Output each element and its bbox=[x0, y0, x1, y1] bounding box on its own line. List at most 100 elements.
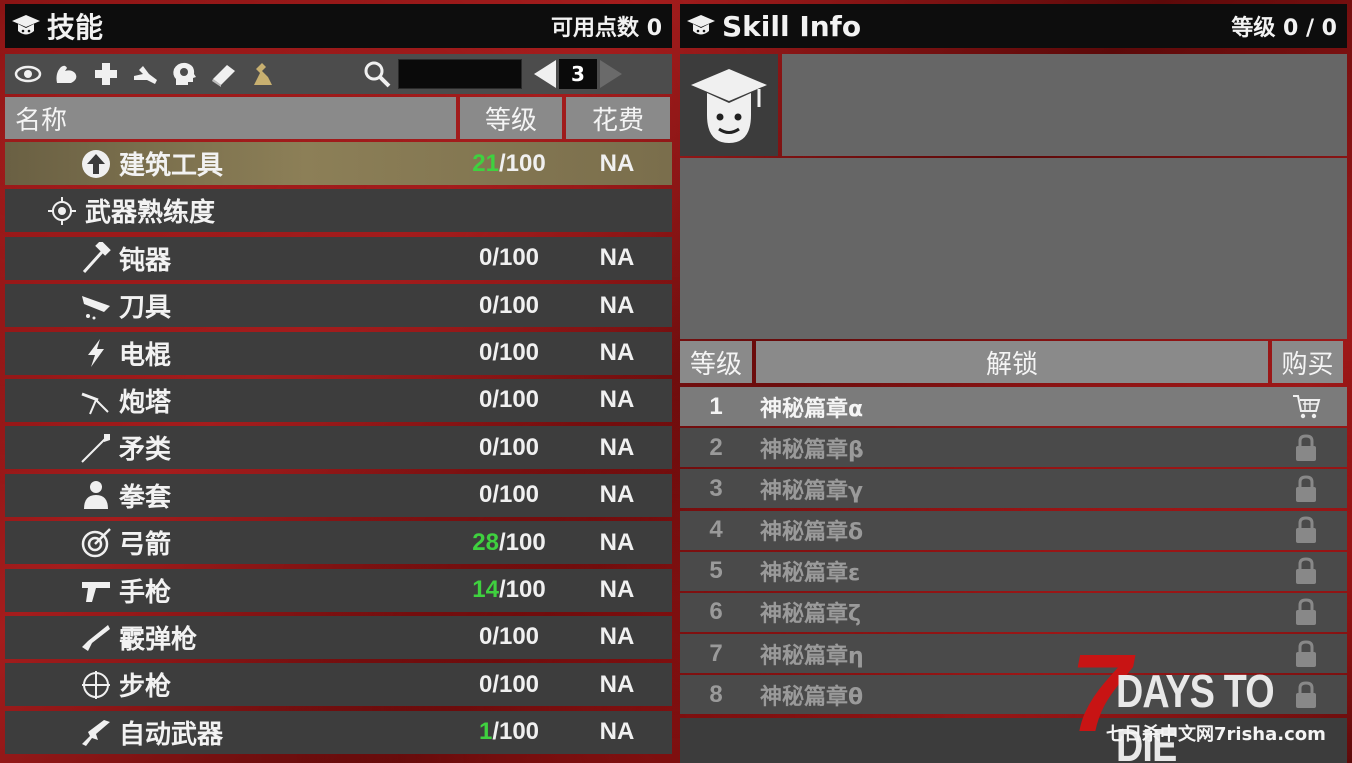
skill-cost: NA bbox=[599, 386, 635, 414]
skill-level-current: 21 bbox=[472, 149, 499, 177]
unlock-name: 神秘篇章η bbox=[760, 643, 864, 669]
skill-level-max: /100 bbox=[492, 481, 540, 509]
target-icon bbox=[79, 526, 113, 560]
lock-icon bbox=[1290, 596, 1322, 628]
skill-group-row[interactable]: 武器熟练度 bbox=[5, 189, 672, 233]
unlock-name: 神秘篇章β bbox=[760, 437, 864, 463]
skill-row[interactable]: 步枪 0/100 NA bbox=[5, 663, 672, 707]
fist-icon bbox=[79, 478, 113, 512]
book-icon[interactable] bbox=[207, 58, 239, 90]
mind-icon[interactable] bbox=[168, 58, 200, 90]
skill-name: 建筑工具 bbox=[119, 151, 224, 181]
skill-level: 14/100 bbox=[458, 576, 560, 604]
skill-level-current: 28 bbox=[472, 528, 499, 556]
skill-row[interactable]: 霰弹枪 0/100 NA bbox=[5, 615, 672, 659]
skill-cost: NA bbox=[599, 244, 635, 272]
skill-name: 步枪 bbox=[119, 672, 172, 703]
unlock-level: 2 bbox=[709, 433, 723, 461]
skill-name: 自动武器 bbox=[119, 719, 224, 750]
skill-info-title: Skill Info bbox=[722, 9, 862, 43]
skill-level-current: 0 bbox=[478, 481, 493, 509]
shotgun-icon bbox=[79, 620, 113, 654]
skill-cost: NA bbox=[599, 528, 635, 556]
weapon-group-icon bbox=[45, 194, 79, 228]
column-cost[interactable]: 花费 bbox=[566, 97, 670, 139]
health-icon[interactable] bbox=[90, 58, 122, 90]
strength-icon[interactable] bbox=[51, 58, 83, 90]
skill-level-max: /100 bbox=[492, 670, 540, 698]
skill-row[interactable]: 炮塔 0/100 NA bbox=[5, 378, 672, 422]
skill-info-titlebar: Skill Info 等级 0 / 0 bbox=[680, 4, 1347, 48]
skill-cost: NA bbox=[599, 481, 635, 509]
skill-row[interactable]: 钝器 0/100 NA bbox=[5, 236, 672, 280]
skill-row[interactable]: 建筑工具 21/100 NA bbox=[5, 142, 672, 185]
unlock-level: 1 bbox=[709, 392, 723, 420]
skill-name: 弓箭 bbox=[119, 530, 172, 561]
turret-icon bbox=[79, 383, 113, 417]
next-page-button[interactable] bbox=[600, 60, 622, 88]
page-number: 3 bbox=[559, 59, 597, 89]
skill-row[interactable]: 电棍 0/100 NA bbox=[5, 331, 672, 375]
skill-name: 手枪 bbox=[119, 577, 172, 608]
skill-level: 0/100 bbox=[458, 292, 560, 320]
cart-icon[interactable] bbox=[1290, 391, 1322, 423]
skill-level: 0/100 bbox=[458, 623, 560, 651]
skill-icon-frame bbox=[680, 54, 778, 156]
column-buy: 购买 bbox=[1272, 341, 1343, 383]
unlock-row[interactable]: 2 神秘篇章β bbox=[680, 428, 1347, 468]
skill-row[interactable]: 手枪 14/100 NA bbox=[5, 568, 672, 612]
graduation-cap-icon bbox=[691, 69, 767, 143]
skill-row[interactable]: 自动武器 1/100 NA bbox=[5, 710, 672, 754]
rifle-icon bbox=[79, 715, 113, 749]
unlock-row[interactable]: 1 神秘篇章α bbox=[680, 387, 1347, 426]
skill-level: 1/100 bbox=[458, 718, 560, 746]
skill-cost: NA bbox=[599, 623, 635, 651]
search-input[interactable] bbox=[398, 59, 522, 89]
unlock-level: 5 bbox=[709, 557, 723, 585]
skill-description bbox=[680, 158, 1347, 339]
eye-icon[interactable] bbox=[12, 58, 44, 90]
skill-cost: NA bbox=[599, 576, 635, 604]
skills-titlebar: 技能 可用点数 0 bbox=[5, 4, 672, 48]
unlock-level: 3 bbox=[709, 474, 723, 502]
skill-info-level: 等级 0 / 0 bbox=[1231, 16, 1337, 41]
available-points: 可用点数 0 bbox=[551, 16, 662, 41]
skills-panel: 技能 可用点数 0 3 名称 等级 花费 建筑工具 21/100 NA 武器熟练… bbox=[5, 0, 672, 763]
unlock-column-header: 等级 解锁 购买 bbox=[680, 341, 1347, 383]
column-level[interactable]: 等级 bbox=[460, 97, 562, 139]
unlock-name: 神秘篇章α bbox=[760, 396, 864, 422]
skill-info-header bbox=[680, 54, 1347, 156]
skill-level-max: /100 bbox=[492, 623, 540, 651]
skill-row[interactable]: 矛类 0/100 NA bbox=[5, 426, 672, 470]
logo-title: DAYS TO DIE bbox=[1116, 665, 1275, 763]
skill-level: 0/100 bbox=[458, 671, 560, 699]
skills-title: 技能 bbox=[47, 11, 104, 44]
skill-level-max: /100 bbox=[492, 244, 540, 272]
search-icon[interactable] bbox=[362, 59, 392, 89]
unlock-name: 神秘篇章δ bbox=[760, 520, 864, 546]
unlock-level: 4 bbox=[709, 516, 723, 544]
skill-row[interactable]: 刀具 0/100 NA bbox=[5, 284, 672, 328]
skill-name: 霰弹枪 bbox=[119, 624, 198, 655]
skill-level-current: 14 bbox=[472, 576, 499, 604]
page-selector: 3 bbox=[534, 59, 622, 89]
skill-row[interactable]: 弓箭 28/100 NA bbox=[5, 521, 672, 565]
unlock-row[interactable]: 6 神秘篇章ζ bbox=[680, 592, 1347, 632]
prev-page-button[interactable] bbox=[534, 60, 556, 88]
unlock-row[interactable]: 3 神秘篇章γ bbox=[680, 469, 1347, 509]
unlock-row[interactable]: 5 神秘篇章ε bbox=[680, 551, 1347, 591]
skill-row[interactable]: 拳套 0/100 NA bbox=[5, 473, 672, 517]
skill-cost: NA bbox=[599, 149, 635, 177]
skill-level-current: 0 bbox=[478, 291, 493, 319]
skill-level-max: /100 bbox=[492, 386, 540, 414]
agility-icon[interactable] bbox=[129, 58, 161, 90]
skill-cost: NA bbox=[599, 291, 635, 319]
unlock-row[interactable]: 4 神秘篇章δ bbox=[680, 510, 1347, 550]
skill-level: 0/100 bbox=[458, 481, 560, 509]
unlock-name: 神秘篇章ε bbox=[760, 561, 861, 587]
skill-name: 电棍 bbox=[119, 340, 172, 371]
lightning-icon bbox=[79, 336, 113, 370]
skill-icon[interactable] bbox=[246, 58, 278, 90]
column-name[interactable]: 名称 bbox=[5, 97, 456, 139]
graduation-cap-icon bbox=[687, 15, 715, 35]
